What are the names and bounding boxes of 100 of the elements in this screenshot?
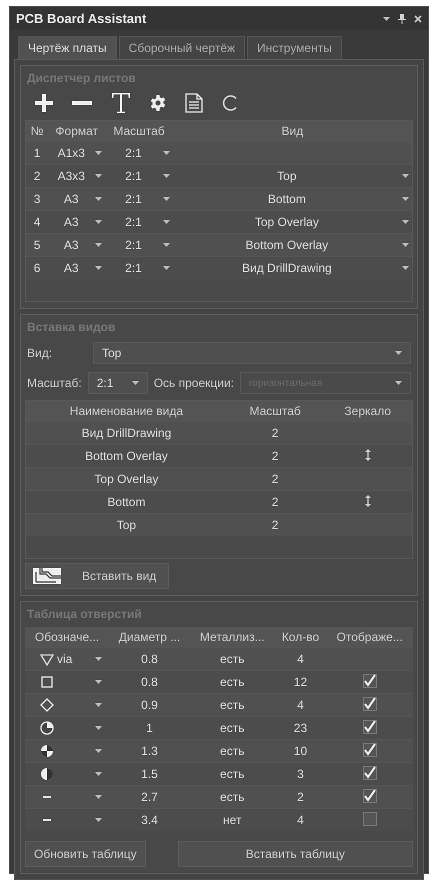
scale-dropdown[interactable]: 2:1 <box>88 372 148 394</box>
caret-icon[interactable] <box>95 703 102 707</box>
table-cell: нет <box>190 808 275 831</box>
table-cell: 2 <box>274 786 326 808</box>
caret-icon[interactable] <box>95 657 102 661</box>
field-label: Масштаб: <box>27 376 82 390</box>
checkbox[interactable] <box>362 742 377 756</box>
column-header[interactable]: Зеркало <box>323 401 412 422</box>
diamond-icon <box>40 698 54 712</box>
column-header[interactable]: Металлиз... <box>190 627 275 648</box>
table-cell: 3.4 <box>109 808 190 831</box>
caret-icon[interactable] <box>162 197 170 201</box>
document-icon[interactable] <box>185 93 203 113</box>
caret-icon[interactable] <box>402 220 409 224</box>
caret-icon[interactable] <box>402 174 409 178</box>
caret-icon[interactable] <box>162 174 170 178</box>
caret-icon[interactable] <box>162 151 170 155</box>
plus-icon[interactable] <box>35 94 53 112</box>
dash-icon <box>43 819 51 821</box>
caret-icon[interactable] <box>95 174 102 178</box>
format-dropdown[interactable]: A3 <box>51 215 102 229</box>
view-dropdown[interactable]: Вид DrillDrawing <box>176 261 409 275</box>
table-cell: 4 <box>274 808 326 831</box>
checkbox[interactable] <box>362 812 377 826</box>
column-header[interactable]: Наименование вида <box>26 401 227 422</box>
format-dropdown[interactable]: A3 <box>51 261 102 275</box>
table-button[interactable]: Обновить таблицу <box>25 841 146 867</box>
caret-icon[interactable] <box>95 818 102 822</box>
column-header[interactable]: Диаметр ... <box>109 627 190 648</box>
caret-icon[interactable] <box>95 795 102 799</box>
dash-icon <box>43 796 51 798</box>
caret-icon[interactable] <box>402 243 409 247</box>
table-cell: 0.9 <box>109 694 190 716</box>
text-tool-icon[interactable] <box>111 93 131 113</box>
column-header[interactable]: № <box>26 121 48 142</box>
view-dropdown[interactable]: Top <box>93 342 411 364</box>
table-cell: Top <box>26 514 227 536</box>
caret-icon[interactable] <box>95 726 102 730</box>
caret-icon[interactable] <box>95 749 102 753</box>
caret-icon[interactable] <box>95 772 102 776</box>
view-dropdown[interactable]: Top <box>176 169 409 183</box>
table-cell: есть <box>190 694 275 716</box>
caret-icon[interactable] <box>402 197 409 201</box>
square-icon <box>40 675 54 689</box>
scale-dropdown[interactable]: 2:1 <box>108 169 170 183</box>
table-cell: есть <box>190 740 275 762</box>
scale-dropdown[interactable]: 2:1 <box>108 261 170 275</box>
checkbox[interactable] <box>362 720 377 734</box>
table-button[interactable]: Вставить таблицу <box>178 841 413 867</box>
table-cell: 6 <box>26 256 48 279</box>
gear-icon[interactable] <box>150 95 166 111</box>
caret-icon[interactable] <box>95 680 102 684</box>
table-cell: 2 <box>226 422 324 444</box>
caret-icon[interactable] <box>95 197 102 201</box>
table-cell: есть <box>190 648 275 670</box>
window-title: PCB Board Assistant <box>16 11 146 26</box>
checkbox[interactable] <box>362 788 377 802</box>
column-header[interactable]: Вид <box>172 121 412 142</box>
column-header[interactable]: Масштаб <box>226 401 324 422</box>
caret-icon[interactable] <box>132 381 139 385</box>
table-cell: 4 <box>274 694 326 716</box>
refresh-icon[interactable] <box>222 94 238 112</box>
checkbox[interactable] <box>362 674 377 688</box>
column-header[interactable]: Кол-во <box>274 627 326 648</box>
column-header[interactable]: Формат <box>48 121 106 142</box>
table-cell: 0.8 <box>109 648 190 670</box>
table-cell: 2 <box>226 514 324 536</box>
insert-view-button[interactable]: Вставить вид <box>25 563 170 589</box>
checkbox[interactable] <box>362 766 377 780</box>
format-dropdown[interactable]: A3x3 <box>51 169 102 183</box>
caret-icon[interactable] <box>402 266 409 270</box>
caret-icon[interactable] <box>162 220 170 224</box>
tab[interactable]: Чертёж платы <box>18 36 117 59</box>
column-header[interactable]: Обозначе... <box>25 627 110 648</box>
caret-icon[interactable] <box>383 16 390 20</box>
caret-icon[interactable] <box>95 266 102 270</box>
half-circle-icon <box>40 767 54 781</box>
caret-icon[interactable] <box>95 220 102 224</box>
caret-icon[interactable] <box>95 151 102 155</box>
symbol-label: via <box>57 652 72 666</box>
scale-dropdown[interactable]: 2:1 <box>108 215 170 229</box>
close-icon[interactable] <box>414 14 422 22</box>
tab[interactable]: Сборочный чертёж <box>118 36 246 59</box>
triangle-icon <box>40 652 54 666</box>
table-cell: 3 <box>26 188 48 210</box>
caret-icon[interactable] <box>395 351 402 355</box>
checkbox[interactable] <box>362 696 377 710</box>
column-header[interactable]: Отображе... <box>326 627 413 648</box>
column-header[interactable]: Масштаб <box>105 121 173 142</box>
caret-icon[interactable] <box>162 266 170 270</box>
caret-icon[interactable] <box>162 243 170 247</box>
tab[interactable]: Инструменты <box>247 36 342 59</box>
field-label: Ось проекции: <box>154 376 234 390</box>
table-cell: 1 <box>26 142 48 164</box>
table-cell: есть <box>190 786 275 808</box>
view-dropdown[interactable]: Top Overlay <box>176 215 409 229</box>
board-icon <box>32 567 62 585</box>
caret-icon[interactable] <box>95 243 102 247</box>
table-cell: 10 <box>274 740 326 762</box>
pin-icon[interactable] <box>398 14 406 24</box>
